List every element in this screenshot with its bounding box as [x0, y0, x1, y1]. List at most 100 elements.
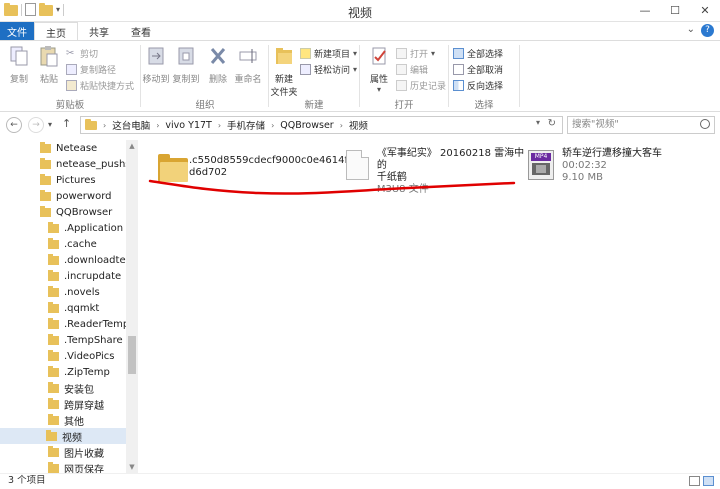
easy-access-button[interactable]: 轻松访问 ▾ — [300, 62, 357, 76]
edit-button[interactable]: 编辑 — [396, 62, 428, 76]
rename-button[interactable]: 重命名 — [233, 45, 263, 85]
forward-button[interactable]: → — [28, 117, 44, 133]
sidebar-item[interactable]: .VideoPics — [48, 348, 115, 364]
sidebar-item-label: .VideoPics — [64, 350, 115, 362]
scroll-down-icon[interactable]: ▼ — [126, 461, 138, 473]
folder-icon — [40, 189, 51, 201]
status-bar: 3 个项目 — [0, 473, 720, 489]
cut-button[interactable]: ✂ 剪切 — [66, 46, 98, 60]
maximize-button[interactable]: ☐ — [660, 0, 690, 20]
properties-label: 属性 — [369, 75, 388, 85]
sidebar-item[interactable]: .downloadtemp — [48, 252, 137, 268]
sidebar-item-label: 安装包 — [64, 384, 94, 396]
tab-view[interactable]: 查看 — [120, 22, 162, 40]
sidebar-item[interactable]: .novels — [48, 284, 100, 300]
breadcrumb-qqbrowser[interactable]: QQBrowser — [280, 120, 333, 131]
sidebar-item-label: .TempShare — [64, 334, 123, 346]
sidebar-item[interactable]: .ReaderTemp — [48, 316, 129, 332]
tab-home[interactable]: 主页 — [34, 22, 78, 40]
search-placeholder: 搜索"视频" — [572, 119, 619, 130]
file-name: 轿车逆行遭移撞大客车 — [562, 148, 662, 159]
open-button[interactable]: 打开 ▾ — [396, 46, 435, 60]
sidebar-item[interactable]: .incrupdate — [48, 268, 121, 284]
search-icon[interactable] — [700, 119, 710, 129]
sidebar-item-label: .ZipTemp — [64, 366, 110, 378]
details-view-button[interactable] — [689, 476, 700, 486]
delete-button[interactable]: 删除 — [203, 45, 233, 85]
sidebar-item[interactable]: .Application — [48, 220, 123, 236]
scrollbar-thumb[interactable] — [128, 336, 136, 374]
history-icon — [396, 79, 407, 91]
chevron-down-icon: ▾ — [431, 48, 436, 58]
select-all-button[interactable]: 全部选择 — [453, 46, 503, 60]
sidebar-item[interactable]: Netease — [40, 140, 97, 156]
clipboard-group: 复制 粘贴 ✂ 剪切 复制路径 粘贴快捷方式 剪贴板 — [0, 41, 140, 113]
paste-button[interactable]: 粘贴 — [34, 45, 64, 85]
select-none-button[interactable]: 全部取消 — [453, 62, 503, 76]
sidebar-item[interactable]: 安装包 — [48, 380, 94, 396]
paste-shortcut-icon — [66, 79, 77, 91]
expand-ribbon-icon[interactable]: ⌄ — [687, 24, 695, 37]
help-icon[interactable]: ? — [701, 24, 714, 37]
invert-selection-button[interactable]: 反向选择 — [453, 78, 503, 92]
sidebar-item[interactable]: netease_pushservice — [40, 156, 137, 172]
title-bar: ▾ 视频 — ☐ ✕ — [0, 0, 720, 22]
sidebar-item-label: .incrupdate — [64, 270, 122, 282]
open-group-label: 打开 — [394, 100, 414, 111]
copy-path-button[interactable]: 复制路径 — [66, 62, 116, 76]
new-item-button[interactable]: 新建项目 ▾ — [300, 46, 357, 60]
sidebar-item[interactable]: .qqmkt — [48, 300, 99, 316]
sidebar-item[interactable]: .cache — [48, 236, 97, 252]
sidebar-item[interactable]: 图片收藏 — [48, 444, 104, 460]
sidebar-scrollbar[interactable]: ▲ ▼ — [126, 140, 138, 473]
file-item-mp4[interactable]: MP4 轿车逆行遭移撞大客车 00:02:32 9.10 MB — [528, 148, 708, 184]
folder-icon — [40, 173, 51, 185]
sidebar-item[interactable]: .TempShare — [48, 332, 123, 348]
properties-button[interactable]: 属性 ▾ — [364, 45, 394, 94]
move-to-button[interactable]: 移动到 — [141, 45, 171, 85]
organize-group-label: 组织 — [195, 100, 215, 111]
search-input[interactable]: 搜索"视频" — [567, 116, 715, 134]
tiles-view-button[interactable] — [703, 476, 714, 486]
paste-shortcut-button[interactable]: 粘贴快捷方式 — [66, 78, 134, 92]
folder-icon — [48, 317, 59, 329]
window-controls: — ☐ ✕ — [630, 0, 720, 20]
tab-share[interactable]: 共享 — [78, 22, 120, 40]
back-button[interactable]: ← — [6, 117, 22, 133]
sidebar-item[interactable]: 网页保存 — [48, 460, 104, 473]
copy-to-button[interactable]: 复制到 — [171, 45, 201, 85]
new-folder-button[interactable]: 新建 文件夹 — [269, 45, 299, 98]
up-arrow-icon[interactable]: ↑ — [62, 117, 71, 130]
folder-icon — [48, 333, 59, 345]
refresh-icon[interactable]: ↻ — [548, 118, 556, 129]
breadcrumb-separator: › — [339, 120, 343, 130]
edit-label: 编辑 — [410, 65, 429, 76]
annotation-underline — [148, 179, 516, 195]
sidebar-item[interactable]: .ZipTemp — [48, 364, 110, 380]
breadcrumb-device[interactable]: vivo Y17T — [165, 120, 211, 131]
tab-file[interactable]: 文件 — [0, 22, 34, 40]
history-button[interactable]: 历史记录 — [396, 78, 446, 92]
copy-button[interactable]: 复制 — [4, 45, 34, 85]
address-bar[interactable]: › 这台电脑 › vivo Y17T › 手机存储 › QQBrowser › … — [80, 116, 563, 134]
chevron-down-icon[interactable]: ▾ — [536, 118, 540, 127]
minimize-button[interactable]: — — [630, 0, 660, 20]
breadcrumb-this-pc[interactable]: 这台电脑 — [112, 118, 150, 132]
sidebar-item[interactable]: 跨屏穿越 — [48, 396, 104, 412]
file-duration: 00:02:32 — [562, 160, 607, 171]
open-icon — [396, 47, 407, 59]
new-item-label: 新建项目 — [314, 49, 351, 60]
sidebar-item[interactable]: powerword — [40, 188, 112, 204]
sidebar-item[interactable]: 其他 — [48, 412, 84, 428]
sidebar-item[interactable]: Pictures — [40, 172, 96, 188]
invert-selection-icon — [453, 79, 464, 91]
new-folder-label: 新建 文件夹 — [270, 75, 298, 98]
breadcrumb-phone-storage[interactable]: 手机存储 — [227, 118, 265, 132]
recent-locations-icon[interactable]: ▾ — [48, 120, 52, 129]
sidebar-item[interactable]: 视频 — [0, 428, 126, 444]
sidebar-item[interactable]: QQBrowser — [40, 204, 112, 220]
breadcrumb-video[interactable]: 视频 — [349, 118, 368, 132]
scroll-up-icon[interactable]: ▲ — [126, 140, 138, 152]
close-button[interactable]: ✕ — [690, 0, 720, 20]
folder-icon — [48, 349, 59, 361]
